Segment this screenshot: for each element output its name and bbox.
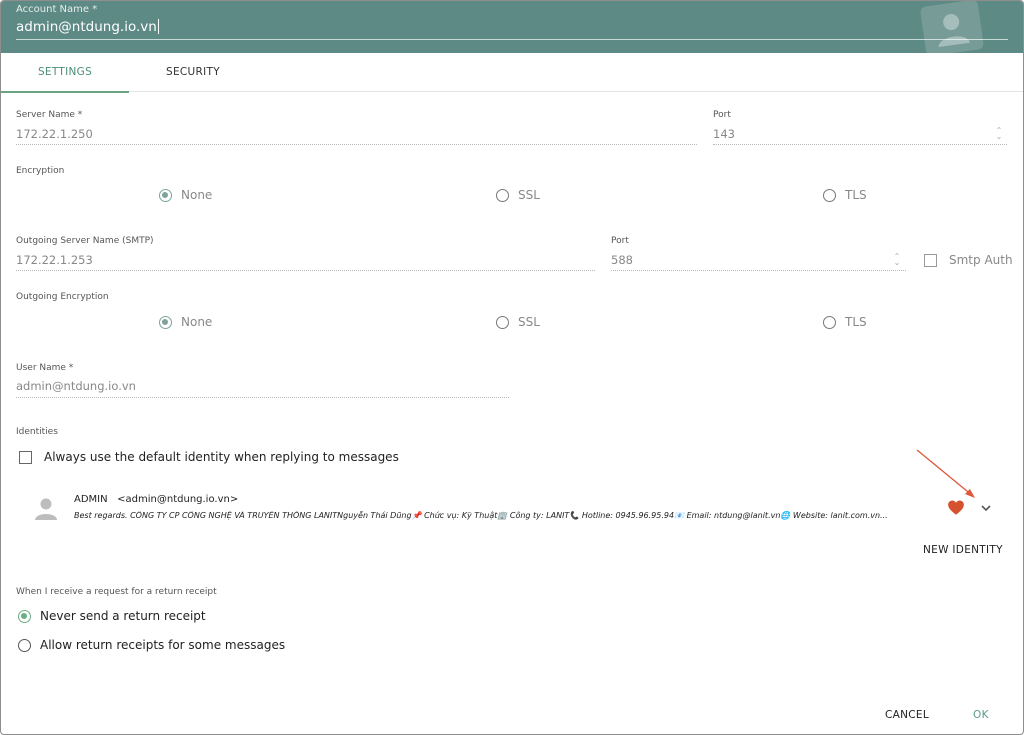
outgoing-encryption-radio-tls[interactable]: TLS: [823, 315, 867, 329]
identity-item[interactable]: ADMIN <admin@ntdung.io.vn> Best regards.…: [1, 485, 1023, 531]
outgoing-encryption-radio-none[interactable]: None: [159, 315, 212, 329]
annotation-arrow-icon: [916, 449, 975, 498]
new-identity-button[interactable]: NEW IDENTITY: [923, 544, 1003, 556]
return-receipt-label: When I receive a request for a return re…: [16, 587, 217, 597]
contact-card-icon[interactable]: [919, 1, 985, 57]
encryption-label: Encryption: [16, 166, 65, 176]
return-receipt-radio-never[interactable]: Never send a return receipt: [18, 609, 206, 623]
return-receipt-radio-some[interactable]: Allow return receipts for some messages: [18, 638, 285, 652]
identity-name: ADMIN <admin@ntdung.io.vn>: [74, 494, 239, 505]
encryption-radio-ssl[interactable]: SSL: [496, 188, 540, 202]
identities-label: Identities: [16, 427, 58, 437]
account-name-underline: [16, 39, 1008, 40]
tab-security[interactable]: SECURITY: [129, 53, 257, 91]
outgoing-port-underline: [611, 270, 906, 271]
default-identity-checkbox[interactable]: Always use the default identity when rep…: [19, 450, 399, 464]
cancel-button[interactable]: CANCEL: [885, 709, 929, 721]
server-name-input[interactable]: 172.22.1.250: [16, 127, 93, 141]
encryption-radio-tls[interactable]: TLS: [823, 188, 867, 202]
outgoing-port-stepper-icon[interactable]: ⌃ ⌄: [892, 253, 902, 267]
port-stepper-icon[interactable]: ⌃ ⌄: [994, 127, 1004, 141]
port-input[interactable]: 143: [713, 127, 735, 141]
ok-button[interactable]: OK: [973, 709, 989, 721]
outgoing-server-input[interactable]: 172.22.1.253: [16, 253, 93, 267]
server-name-label: Server Name *: [16, 110, 83, 120]
identity-signature: Best regards. CÔNG TY CP CÔNG NGHỆ VÀ TR…: [74, 511, 888, 520]
port-underline: [713, 144, 1007, 145]
smtp-auth-checkbox[interactable]: Smtp Auth: [924, 253, 1013, 267]
outgoing-port-input[interactable]: 588: [611, 253, 633, 267]
account-name-input[interactable]: admin@ntdung.io.vn: [16, 19, 159, 35]
outgoing-server-label: Outgoing Server Name (SMTP): [16, 236, 154, 246]
account-name-label: Account Name *: [16, 4, 98, 15]
encryption-radio-none[interactable]: None: [159, 188, 212, 202]
tab-bar: SETTINGS SECURITY: [1, 53, 1023, 93]
server-name-underline: [16, 144, 697, 145]
outgoing-port-label: Port: [611, 236, 629, 246]
account-header: Account Name * admin@ntdung.io.vn: [1, 1, 1023, 57]
tab-settings[interactable]: SETTINGS: [1, 53, 129, 93]
account-settings-dialog: Account Name * admin@ntdung.io.vn SETTIN…: [0, 0, 1024, 735]
outgoing-encryption-label: Outgoing Encryption: [16, 292, 109, 302]
user-name-input[interactable]: admin@ntdung.io.vn: [16, 379, 136, 393]
user-name-underline: [16, 397, 509, 398]
port-label: Port: [713, 110, 731, 120]
person-icon: [35, 498, 57, 520]
outgoing-encryption-radio-ssl[interactable]: SSL: [496, 315, 540, 329]
user-name-label: User Name *: [16, 363, 74, 373]
outgoing-server-underline: [16, 270, 595, 271]
